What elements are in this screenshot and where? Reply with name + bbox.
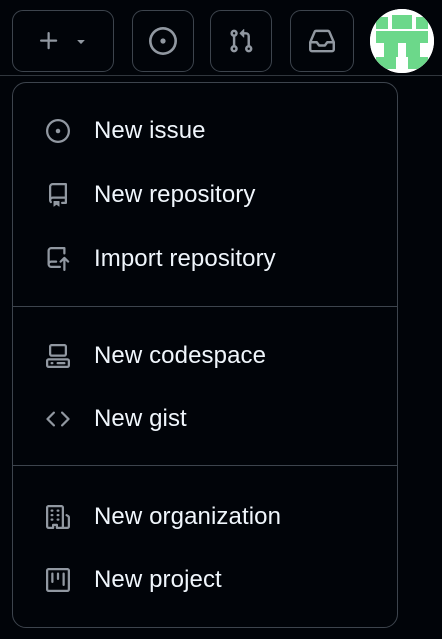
- menu-item-new-issue[interactable]: New issue: [21, 103, 389, 159]
- avatar[interactable]: [370, 9, 434, 73]
- issues-button[interactable]: [132, 10, 194, 72]
- plus-icon: [37, 29, 61, 53]
- menu-item-new-repository[interactable]: New repository: [21, 167, 389, 223]
- codespaces-icon: [46, 344, 70, 368]
- menu-item-new-gist[interactable]: New gist: [21, 391, 389, 447]
- inbox-button[interactable]: [290, 10, 354, 72]
- organization-icon: [46, 505, 70, 529]
- menu-item-label: New organization: [94, 503, 282, 530]
- menu-item-new-organization[interactable]: New organization: [21, 489, 389, 545]
- menu-divider: [13, 465, 397, 466]
- menu-item-new-project[interactable]: New project: [21, 552, 389, 608]
- menu-item-import-repository[interactable]: Import repository: [21, 231, 389, 287]
- menu-item-label: New codespace: [94, 342, 267, 369]
- git-pull-request-icon: [228, 28, 254, 54]
- issue-opened-icon: [46, 119, 70, 143]
- project-icon: [46, 568, 70, 592]
- menu-divider: [13, 306, 397, 307]
- menu-item-label: Import repository: [94, 245, 276, 272]
- page: New issue New repository Import reposito…: [0, 0, 442, 639]
- issue-opened-icon: [149, 27, 177, 55]
- menu-item-label: New gist: [94, 405, 187, 432]
- create-new-button[interactable]: [12, 10, 114, 72]
- create-new-menu: New issue New repository Import reposito…: [12, 82, 398, 628]
- repo-push-icon: [46, 247, 70, 271]
- header-divider: [0, 75, 442, 76]
- inbox-icon: [309, 28, 335, 54]
- menu-item-label: New repository: [94, 181, 256, 208]
- menu-item-label: New project: [94, 566, 222, 593]
- repo-icon: [46, 183, 70, 207]
- triangle-down-icon: [73, 33, 89, 49]
- menu-item-label: New issue: [94, 117, 206, 144]
- menu-item-new-codespace[interactable]: New codespace: [21, 328, 389, 384]
- pull-requests-button[interactable]: [210, 10, 272, 72]
- code-icon: [46, 407, 70, 431]
